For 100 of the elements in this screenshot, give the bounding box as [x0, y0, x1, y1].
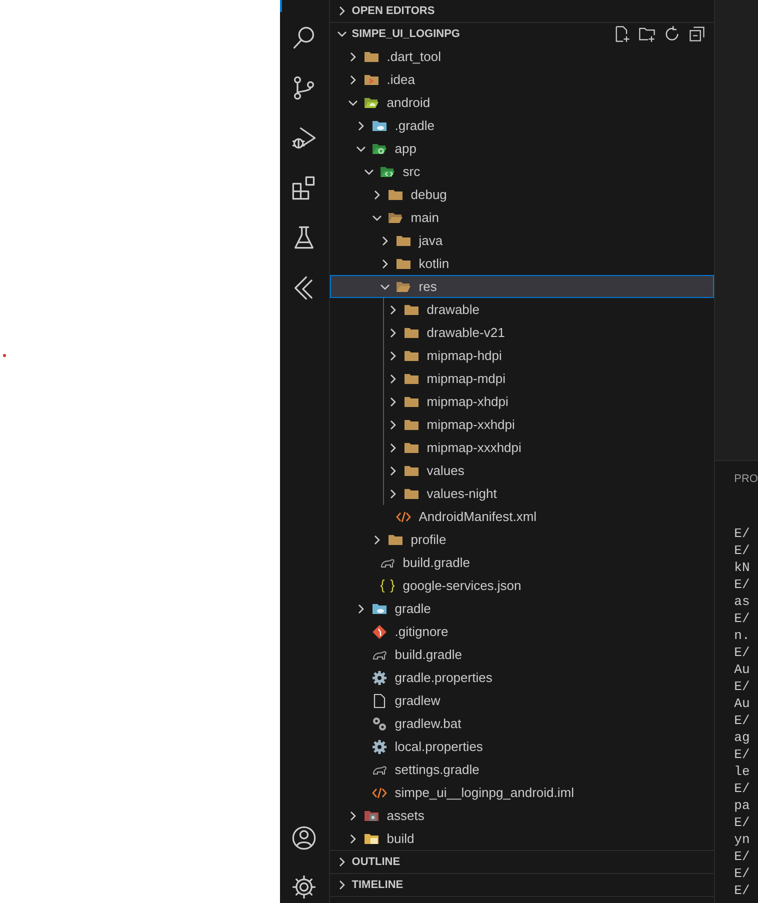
file-name: src [402, 162, 420, 181]
file-name: mipmap-xxxhdpi [426, 438, 522, 457]
file-row[interactable]: settings.gradle [330, 758, 714, 781]
file-name: drawable [426, 300, 480, 319]
log-line: E/ [734, 678, 751, 695]
log-line: kN [734, 559, 751, 576]
folder-row[interactable]: debug [330, 183, 714, 206]
log-line: E/ [734, 746, 751, 763]
section-header[interactable]: OUTLINE [330, 850, 714, 873]
file-name: google-services.json [402, 576, 522, 595]
file-name: debug [410, 186, 447, 204]
run-debug-icon[interactable] [291, 125, 318, 151]
log-line: E/ [734, 882, 751, 899]
log-line: E/ [734, 814, 751, 831]
braces-icon [378, 578, 396, 594]
file-name: build [386, 830, 414, 848]
folder-row[interactable]: app [330, 137, 714, 160]
section-title: TIMELINE [352, 878, 404, 893]
log-line: E/ [734, 865, 751, 882]
log-line: pa [734, 797, 751, 814]
log-line: E/ [734, 780, 751, 797]
folder-row[interactable]: profile [330, 528, 714, 551]
folder-row[interactable]: android [330, 91, 714, 114]
section-header[interactable]: OPEN EDITORS [330, 0, 714, 22]
panel-tab[interactable]: PRO [734, 471, 758, 487]
section-header[interactable]: SIMPE_UI_LOGINPG [330, 22, 714, 45]
folder-row[interactable]: mipmap-xxhdpi [330, 413, 714, 436]
file-name: mipmap-xhdpi [426, 392, 508, 411]
file-name: app [394, 140, 416, 158]
file-name: simpe_ui__loginpg_android.iml [394, 784, 574, 802]
file-name: mipmap-mdpi [426, 370, 506, 388]
file-row[interactable]: AndroidManifest.xml [330, 505, 714, 528]
log-line: ag [734, 729, 751, 746]
file-name: gradle.properties [394, 668, 492, 687]
log-line: yn [734, 831, 751, 848]
folder-row[interactable]: mipmap-hdpi [330, 344, 714, 367]
file-row[interactable]: gradlew [330, 689, 714, 712]
diamond-icon [370, 624, 388, 640]
log-line: E/ [734, 542, 751, 559]
folder-row[interactable]: .dart_tool [330, 45, 714, 68]
file-name: gradle [394, 600, 431, 618]
file-name: values-night [426, 484, 497, 503]
file-name: local.properties [394, 738, 483, 756]
new-folder-icon[interactable] [638, 25, 656, 43]
folder-row[interactable]: drawable-v21 [330, 321, 714, 344]
section-header[interactable]: TIMELINE [330, 873, 714, 896]
file-name: mipmap-xxhdpi [426, 416, 515, 434]
file-name: java [418, 232, 443, 250]
file-name: profile [410, 530, 446, 549]
file-row[interactable]: local.properties [330, 735, 714, 758]
account-icon[interactable] [291, 825, 318, 851]
folder-row[interactable]: values [330, 459, 714, 482]
folder-row[interactable]: assets [330, 804, 714, 827]
log-line: E/ [734, 712, 751, 729]
log-line: E/ [734, 576, 751, 593]
dot-mark [3, 354, 6, 357]
file-name: kotlin [418, 254, 450, 273]
folder-row[interactable]: mipmap-mdpi [330, 367, 714, 390]
file-name: drawable-v21 [426, 324, 505, 342]
file-name: AndroidManifest.xml [418, 508, 537, 526]
file-name: .gitignore [394, 622, 448, 641]
active-indicator [280, 0, 282, 12]
file-name: assets [386, 806, 424, 825]
file-name: gradlew [394, 692, 440, 710]
file-name: .dart_tool [386, 48, 441, 66]
folder-row[interactable]: values-night [330, 482, 714, 505]
folder-row[interactable]: mipmap-xxxhdpi [330, 436, 714, 459]
folder-row[interactable]: kotlin [330, 252, 714, 275]
section-title: SIMPE_UI_LOGINPG [352, 26, 460, 42]
folder-row[interactable]: res [330, 275, 714, 298]
folder-row[interactable]: build [330, 827, 714, 850]
folder-row[interactable]: .idea [330, 68, 714, 91]
gear-icon [370, 670, 388, 686]
new-file-icon[interactable] [613, 25, 632, 43]
folder-row[interactable]: src [330, 160, 714, 183]
file-row[interactable]: .gitignore [330, 620, 714, 643]
gears-icon [370, 716, 388, 732]
folder-row[interactable]: java [330, 229, 714, 252]
log-line: E/ [734, 610, 751, 627]
section-title: OUTLINE [352, 854, 400, 870]
file-name: mipmap-hdpi [426, 346, 502, 365]
extensions-icon[interactable] [291, 175, 318, 201]
file-row[interactable]: simpe_ui__loginpg_android.iml [330, 781, 714, 804]
folder-row[interactable]: gradle [330, 597, 714, 620]
collapse-icon[interactable] [688, 25, 706, 43]
folder-row[interactable]: main [330, 206, 714, 229]
folder-row[interactable]: .gradle [330, 114, 714, 137]
file-row[interactable]: gradlew.bat [330, 712, 714, 735]
log-line: n. [734, 627, 751, 644]
log-line: E/ [734, 525, 751, 542]
folder-row[interactable]: mipmap-xhdpi [330, 390, 714, 413]
file-name: settings.gradle [394, 760, 480, 779]
file-row[interactable]: google-services.json [330, 574, 714, 597]
file-row[interactable]: build.gradle [330, 643, 714, 666]
settings-icon[interactable] [291, 874, 318, 900]
folder-row[interactable]: drawable [330, 298, 714, 321]
gear-icon [370, 738, 388, 754]
file-row[interactable]: build.gradle [330, 551, 714, 574]
file-row[interactable]: gradle.properties [330, 666, 714, 689]
file-name: values [426, 462, 464, 480]
